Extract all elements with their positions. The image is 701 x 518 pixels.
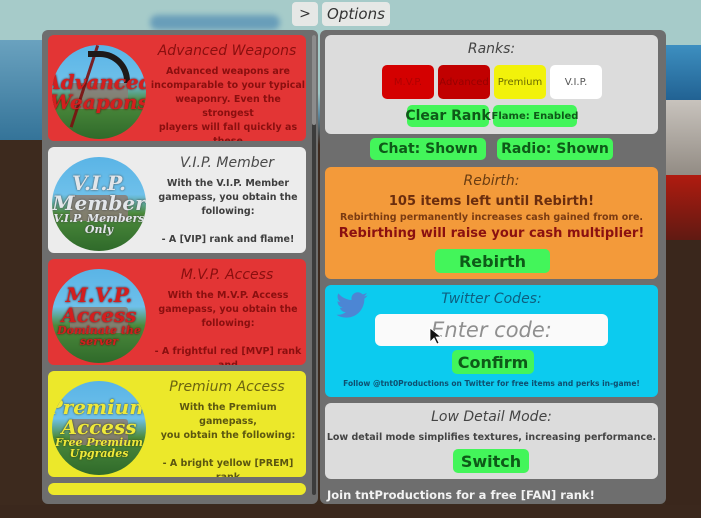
gamepass-title: V.I.P. Member [179, 155, 274, 171]
low-detail-description: Low detail mode simplifies textures, inc… [326, 432, 657, 443]
icon-text: Member [52, 191, 146, 215]
ranks-title: Ranks: [467, 41, 516, 57]
icon-text: Upgrades [69, 447, 129, 460]
mvp-access-icon: M.V.P. Access Dominate the server [52, 269, 146, 363]
rank-vip-button[interactable]: V.I.P. [550, 65, 602, 99]
gamepass-description: Advanced weapons are incomparable to you… [150, 66, 306, 141]
rebirth-info: Rebirthing permanently increases cash ga… [339, 212, 644, 223]
background-ground-right [665, 240, 701, 518]
icon-text: Only [84, 223, 114, 236]
gamepass-description: With the V.I.P. Member gamepass, you obt… [158, 178, 298, 245]
premium-access-icon: Premium Access Free Premium Upgrades [52, 381, 146, 475]
background-floor [0, 505, 701, 518]
icon-text: Premium [52, 395, 146, 419]
rank-mvp-button[interactable]: M.V.P. [382, 65, 434, 99]
gamepass-panel: Advanced Weapons Advanced Weapons Advanc… [42, 30, 318, 504]
gamepass-description: With the Premium gamepass, you obtain th… [160, 402, 296, 477]
gamepass-card-vip-member[interactable]: V.I.P. Member V.I.P. Members Only V.I.P.… [48, 147, 306, 253]
twitter-codes-title: Twitter Codes: [441, 291, 542, 307]
rebirth-multiplier-note: Rebirthing will raise your cash multipli… [338, 226, 645, 241]
twitter-follow-text: Follow @tnt0Productions on Twitter for f… [343, 379, 640, 388]
chat-toggle-button[interactable]: Chat: Shown [370, 138, 486, 160]
gamepass-scrollbar[interactable] [312, 35, 316, 495]
gamepass-card-premium-access[interactable]: Premium Access Free Premium Upgrades Pre… [48, 371, 306, 477]
radio-toggle-button[interactable]: Radio: Shown [497, 138, 613, 160]
icon-text: Access [61, 303, 137, 327]
low-detail-title: Low Detail Mode: [431, 409, 552, 425]
gamepass-card-advanced-weapons[interactable]: Advanced Weapons Advanced Weapons Advanc… [48, 35, 306, 141]
gamepass-title: M.V.P. Access [180, 267, 274, 283]
gamepass-description: With the M.V.P. Access gamepass, you obt… [154, 290, 302, 365]
icon-text: Advanced [52, 70, 146, 94]
icon-text: M.V.P. [65, 283, 133, 307]
background-water-right [665, 45, 701, 105]
scrollbar-thumb[interactable] [312, 35, 316, 125]
icon-text: V.I.P. [72, 171, 126, 195]
low-detail-switch-button[interactable]: Switch [453, 449, 529, 473]
rebirth-section: Rebirth: 105 items left until Rebirth! R… [325, 167, 658, 279]
mouse-cursor-icon [429, 327, 443, 345]
background-detail [150, 15, 280, 30]
icon-text: server [79, 335, 119, 348]
tab-options[interactable]: Options [322, 2, 390, 26]
rebirth-button[interactable]: Rebirth [435, 249, 550, 273]
icon-text: Access [61, 415, 137, 439]
ranks-section: Ranks: M.V.P. Advanced Premium V.I.P. Cl… [325, 35, 658, 134]
vip-member-icon: V.I.P. Member V.I.P. Members Only [52, 157, 146, 251]
rebirth-title: Rebirth: [463, 173, 520, 189]
confirm-code-button[interactable]: Confirm [452, 350, 534, 374]
twitter-code-input[interactable] [375, 314, 608, 346]
icon-text: Weapons [52, 90, 146, 114]
background-red-object [665, 175, 701, 245]
clear-rank-button[interactable]: Clear Rank [405, 105, 491, 127]
toggle-menu-button[interactable]: > [292, 2, 318, 26]
background-wall [665, 100, 701, 180]
gamepass-title: Premium Access [169, 379, 285, 395]
options-panel: Ranks: M.V.P. Advanced Premium V.I.P. Cl… [320, 30, 666, 504]
rank-advanced-button[interactable]: Advanced [438, 65, 490, 99]
advanced-weapons-icon: Advanced Weapons [52, 45, 146, 139]
twitter-codes-section: Twitter Codes: Confirm Follow @tnt0Produ… [325, 285, 658, 397]
gamepass-card-next[interactable] [48, 483, 306, 495]
gamepass-card-mvp-access[interactable]: M.V.P. Access Dominate the server M.V.P.… [48, 259, 306, 365]
background-water [0, 40, 45, 150]
gamepass-list[interactable]: Advanced Weapons Advanced Weapons Advanc… [42, 30, 318, 504]
low-detail-section: Low Detail Mode: Low detail mode simplif… [325, 403, 658, 479]
background-ground [0, 140, 45, 518]
gamepass-title: Advanced Weapons [157, 43, 297, 59]
rebirth-items-left: 105 items left until Rebirth! [388, 194, 595, 209]
fan-rank-text: Join tntProductions for a free [FAN] ran… [327, 488, 595, 502]
rank-premium-button[interactable]: Premium [494, 65, 546, 99]
flame-toggle-button[interactable]: Flame: Enabled [492, 105, 578, 127]
